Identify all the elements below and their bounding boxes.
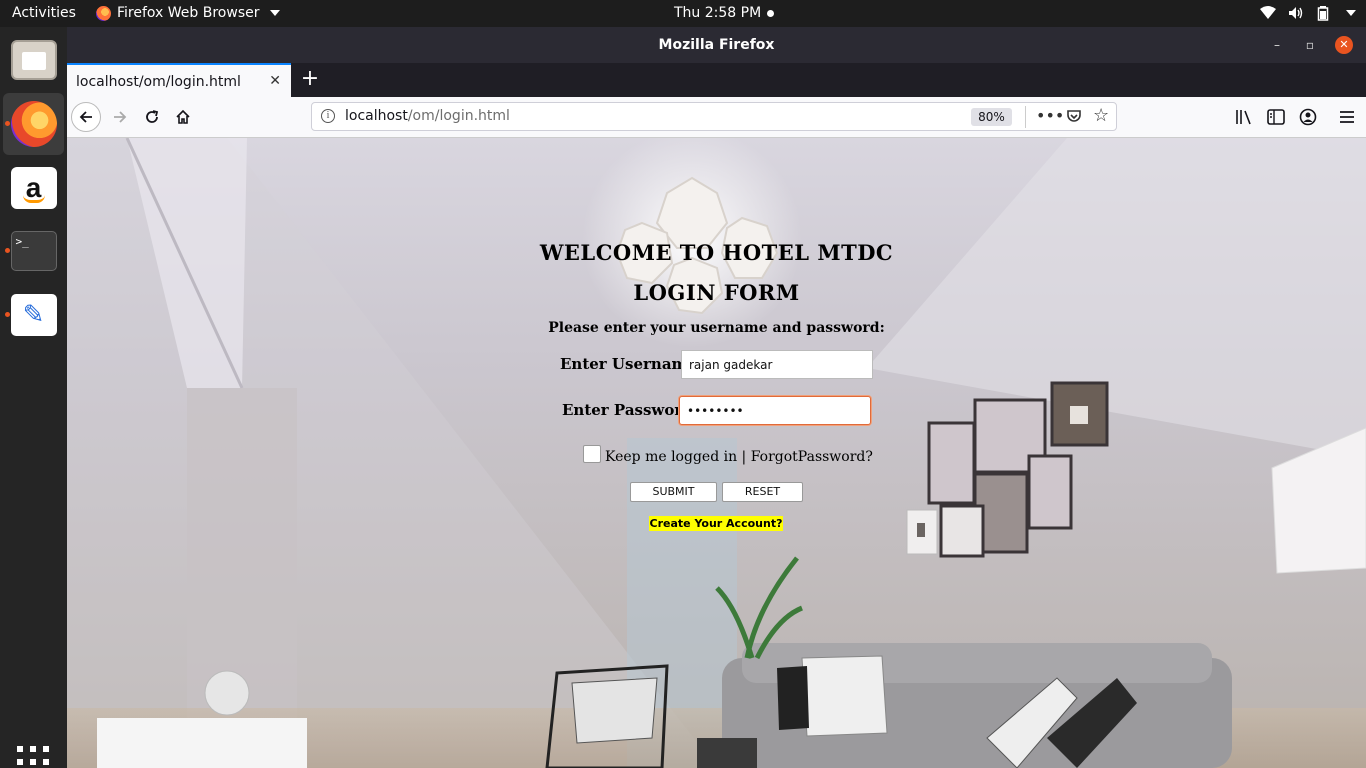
keep-logged-in-label[interactable]: Keep me logged in | ForgotPassword?: [605, 449, 873, 465]
sidebar-icon[interactable]: [1267, 109, 1285, 125]
dock-text-editor[interactable]: ✎: [3, 284, 64, 346]
account-icon[interactable]: [1299, 108, 1317, 126]
welcome-heading: WELCOME TO HOTEL MTDC: [539, 240, 894, 265]
firefox-small-icon: [96, 5, 111, 21]
tab-close-icon[interactable]: ✕: [269, 73, 281, 89]
menu-hamburger-icon[interactable]: [1339, 109, 1355, 125]
create-account-link[interactable]: Create Your Account?: [649, 516, 783, 531]
maximize-button[interactable]: ▫: [1301, 36, 1319, 54]
text-editor-icon: ✎: [10, 294, 57, 336]
url-text: localhost/om/login.html: [345, 108, 510, 124]
dock-terminal[interactable]: >_: [3, 220, 64, 282]
dock-files[interactable]: [3, 29, 64, 91]
password-input[interactable]: [679, 396, 871, 425]
reload-icon: [146, 110, 159, 123]
show-applications-icon[interactable]: [17, 746, 49, 768]
info-icon[interactable]: i: [321, 109, 335, 123]
volume-icon: [1289, 7, 1303, 19]
login-form-heading: LOGIN FORM: [633, 280, 800, 305]
dock: a >_ ✎: [0, 27, 67, 768]
window-title: Mozilla Firefox: [658, 37, 775, 53]
url-host: localhost: [345, 108, 408, 124]
separator: [1025, 106, 1026, 128]
system-top-bar: Activities Firefox Web Browser Thu 2:58 …: [0, 0, 1366, 27]
username-input[interactable]: [681, 350, 873, 379]
firefox-icon: [10, 101, 57, 147]
minimize-button[interactable]: –: [1268, 36, 1286, 54]
new-tab-button[interactable]: +: [299, 68, 321, 90]
files-icon: [10, 40, 57, 80]
dock-firefox[interactable]: [3, 93, 64, 155]
page-content: WELCOME TO HOTEL MTDC LOGIN FORM Please …: [67, 138, 1366, 768]
notification-dot-icon: [767, 9, 775, 17]
tab-label: localhost/om/login.html: [76, 74, 241, 90]
pocket-icon[interactable]: [1066, 108, 1082, 124]
clock-label: Thu 2:58 PM: [674, 5, 762, 21]
url-path: /om/login.html: [407, 108, 510, 124]
zoom-indicator[interactable]: 80%: [971, 108, 1012, 126]
caret-down-icon: [269, 10, 280, 16]
forward-button[interactable]: [105, 102, 135, 132]
battery-icon: [1317, 6, 1329, 21]
submit-button[interactable]: SUBMIT: [630, 482, 717, 502]
bookmark-star-icon[interactable]: ☆: [1093, 105, 1109, 126]
activities-button[interactable]: Activities: [12, 5, 76, 21]
system-tray[interactable]: [1260, 5, 1356, 21]
wifi-icon: [1260, 6, 1276, 19]
page-actions-icon[interactable]: •••: [1036, 106, 1064, 125]
tab-login[interactable]: localhost/om/login.html ✕: [67, 63, 291, 97]
running-indicator: [5, 248, 10, 253]
home-button[interactable]: [168, 102, 198, 132]
running-indicator: [5, 312, 10, 317]
library-icon[interactable]: [1235, 109, 1253, 125]
system-menu-caret-icon: [1346, 10, 1356, 16]
dock-amazon[interactable]: a: [3, 157, 64, 219]
nav-bar: i localhost/om/login.html 80% ••• ☆: [67, 97, 1366, 138]
window-titlebar: Mozilla Firefox – ▫ ✕: [67, 27, 1366, 63]
tab-bar: localhost/om/login.html ✕ +: [67, 63, 1366, 97]
terminal-icon: >_: [10, 231, 57, 271]
running-indicator: [5, 121, 10, 126]
address-bar[interactable]: i localhost/om/login.html 80% ••• ☆: [311, 102, 1117, 131]
app-menu-label: Firefox Web Browser: [117, 5, 260, 21]
reset-button[interactable]: RESET: [722, 482, 803, 502]
amazon-icon: a: [10, 167, 57, 209]
reload-button[interactable]: [137, 102, 167, 132]
login-instruction: Please enter your username and password:: [548, 320, 885, 336]
back-button[interactable]: [71, 102, 101, 132]
close-window-button[interactable]: ✕: [1335, 36, 1353, 54]
home-icon: [176, 109, 190, 124]
keep-logged-in-checkbox[interactable]: [583, 445, 601, 463]
clock[interactable]: Thu 2:58 PM: [674, 5, 775, 21]
app-menu[interactable]: Firefox Web Browser: [96, 5, 280, 21]
arrow-left-icon: [79, 111, 92, 123]
arrow-right-icon: [114, 111, 127, 123]
password-label: Enter Password:: [562, 401, 699, 419]
